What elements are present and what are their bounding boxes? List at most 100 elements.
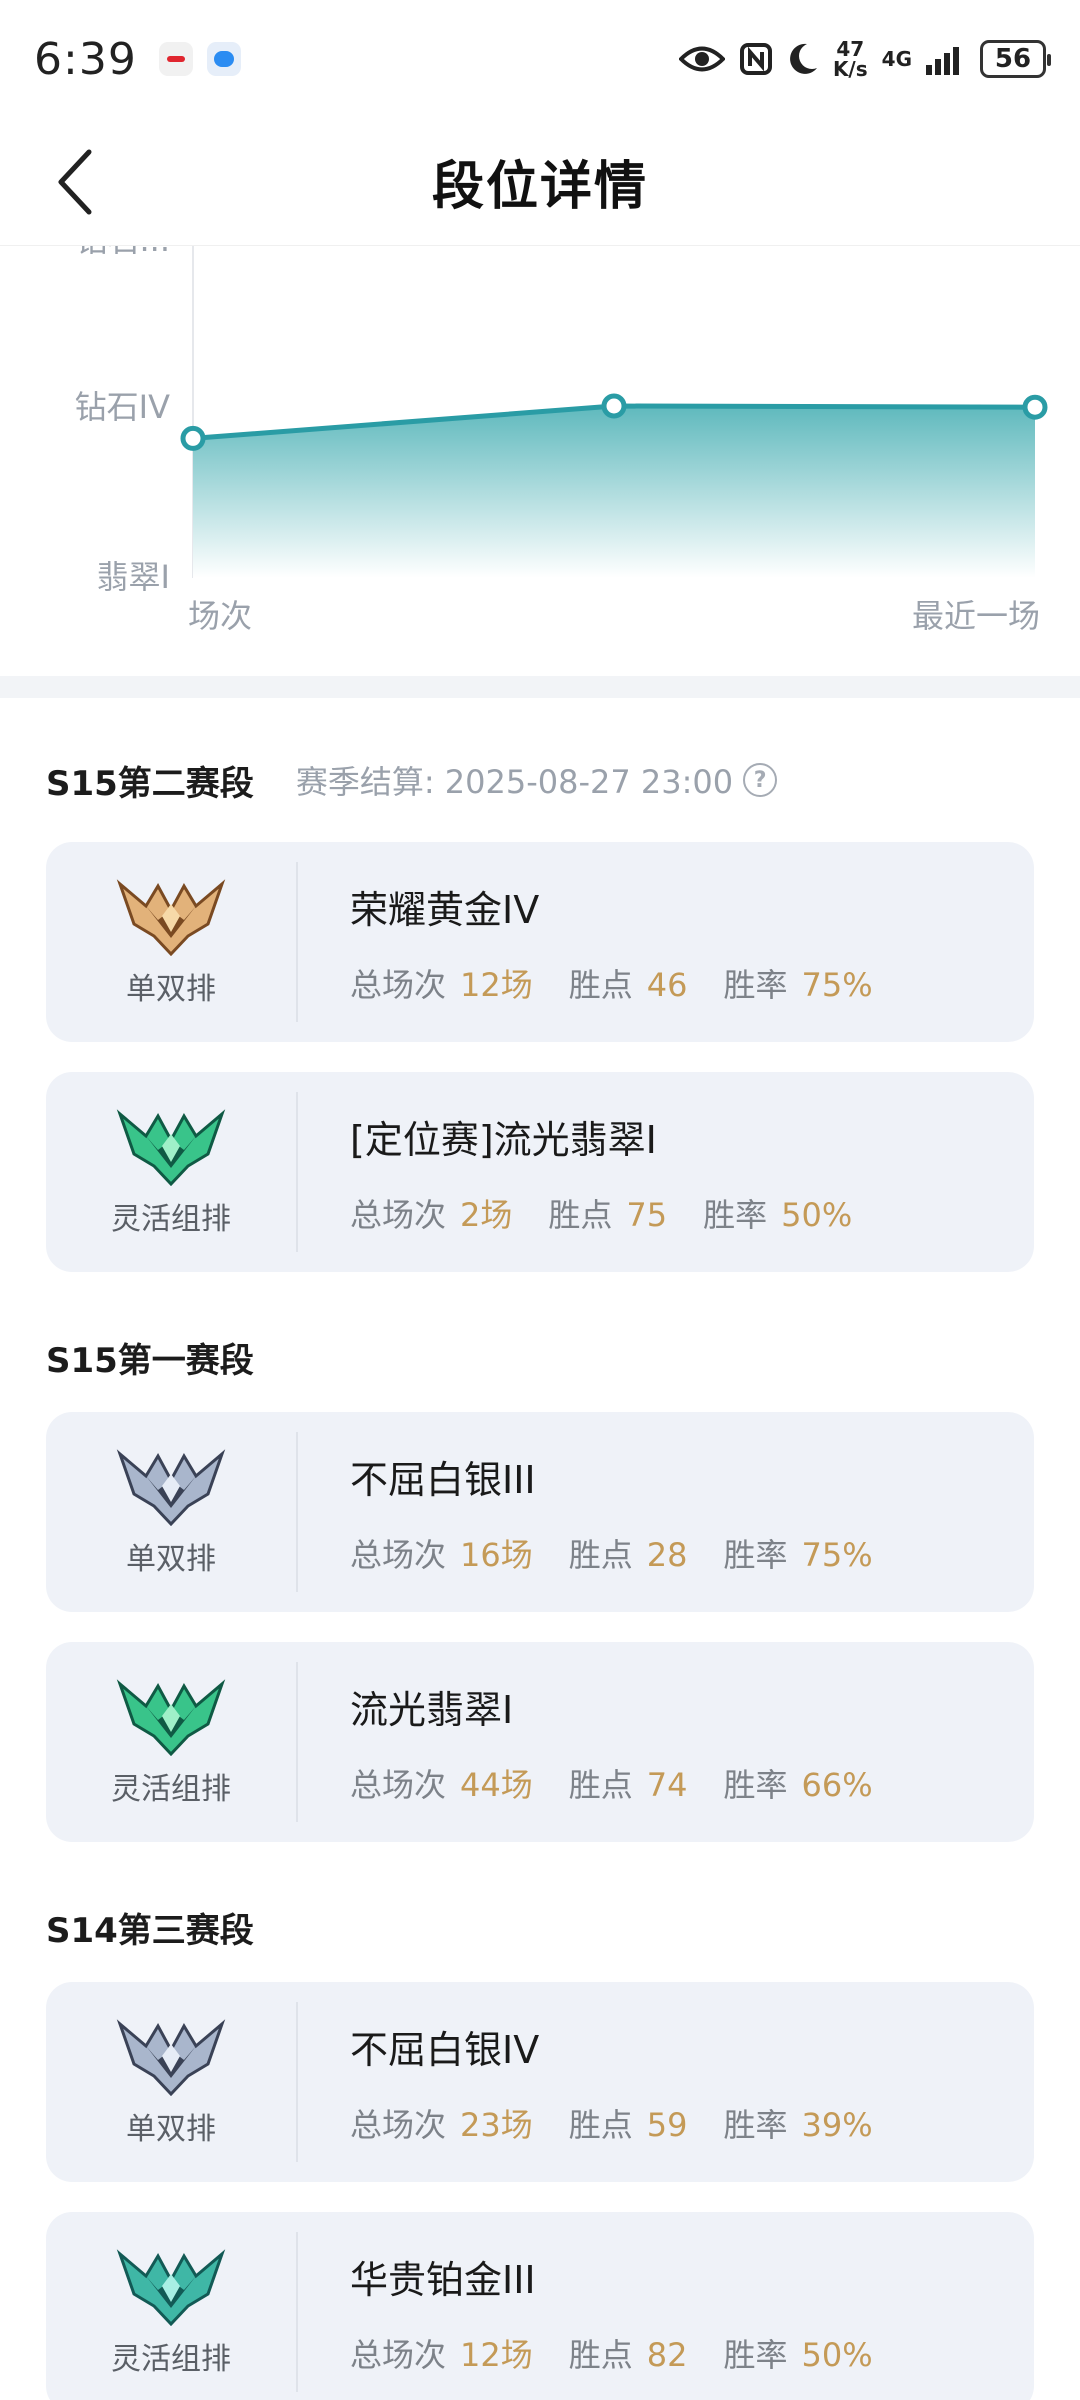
- games-label: 总场次: [350, 1195, 447, 1234]
- x-label-left: 场次: [188, 597, 252, 635]
- season-header: S14第三赛段: [46, 1872, 1034, 1982]
- queue-type-label: 单双排: [126, 2112, 216, 2147]
- winrate-value: 50%: [801, 2335, 873, 2374]
- eye-icon: [678, 46, 725, 72]
- rank-emblem-area: 单双排: [46, 862, 298, 1022]
- rank-info: 不屈白银III 总场次 16场 胜点 28 胜率 75%: [298, 1449, 909, 1576]
- rank-name: 流光翡翠I: [350, 1687, 514, 1732]
- notification-app-icon: [158, 42, 193, 76]
- rank-emblem-icon: [116, 2249, 226, 2326]
- lp-value: 59: [646, 2105, 688, 2144]
- queue-type-label: 灵活组排: [111, 1772, 231, 1807]
- rank-name: 不屈白银IV: [350, 2027, 540, 2072]
- rank-name: 不屈白银III: [350, 1457, 536, 1502]
- page-title: 段位详情: [431, 157, 648, 217]
- games-value: 12场: [460, 2335, 533, 2374]
- rank-info: 不屈白银IV 总场次 23场 胜点 59 胜率 39%: [298, 2019, 909, 2146]
- chart-point: [1022, 394, 1048, 420]
- network-type: 4G: [881, 47, 912, 71]
- message-app-icon: [206, 42, 241, 76]
- winrate-label: 胜率: [723, 1765, 788, 1804]
- rank-emblem-area: 单双排: [46, 1432, 298, 1592]
- season-end-time: 赛季结算: 2025-08-27 23:00: [295, 763, 734, 801]
- queue-type-label: 单双排: [126, 1542, 216, 1577]
- rank-emblem-icon: [116, 879, 226, 956]
- winrate-label: 胜率: [723, 965, 788, 1004]
- winrate-label: 胜率: [703, 1195, 768, 1234]
- lp-label: 胜点: [568, 1535, 633, 1574]
- back-button[interactable]: [40, 144, 110, 220]
- rank-info: [定位赛]流光翡翠I 总场次 2场 胜点 75 胜率 50%: [298, 1109, 888, 1236]
- lp-value: 82: [646, 2335, 688, 2374]
- rank-card[interactable]: 单双排 不屈白银IV 总场次 23场 胜点 59 胜率 39%: [46, 1982, 1034, 2182]
- winrate-value: 39%: [801, 2105, 873, 2144]
- rank-emblem-icon: [116, 1109, 226, 1186]
- lp-label: 胜点: [568, 2105, 633, 2144]
- lp-value: 28: [646, 1535, 688, 1574]
- rank-stats: 总场次 44场 胜点 74 胜率 66%: [350, 1760, 909, 1806]
- rank-info: 华贵铂金III 总场次 12场 胜点 82 胜率 50%: [298, 2249, 909, 2376]
- rank-name: 华贵铂金III: [350, 2257, 536, 2302]
- games-value: 44场: [460, 1765, 533, 1804]
- rank-trend-chart: 钻石... 钻石IV 翡翠I 场次 最近一场: [0, 246, 1080, 676]
- chevron-left-icon: [58, 149, 92, 215]
- rank-emblem-area: 单双排: [46, 2002, 298, 2162]
- lp-label: 胜点: [568, 2335, 633, 2374]
- games-value: 2场: [460, 1195, 513, 1234]
- winrate-label: 胜率: [723, 1535, 788, 1574]
- games-value: 23场: [460, 2105, 533, 2144]
- chart-point: [601, 393, 627, 419]
- nav-header: 段位详情: [0, 118, 1080, 246]
- rank-card[interactable]: 单双排 荣耀黄金IV 总场次 12场 胜点 46 胜率 75%: [46, 842, 1034, 1042]
- rank-card[interactable]: 灵活组排 华贵铂金III 总场次 12场 胜点 82 胜率 50%: [46, 2212, 1034, 2400]
- rank-emblem-icon: [116, 1679, 226, 1756]
- queue-type-label: 单双排: [126, 972, 216, 1007]
- rank-stats: 总场次 12场 胜点 46 胜率 75%: [350, 960, 909, 1006]
- lp-label: 胜点: [568, 1765, 633, 1804]
- rank-card[interactable]: 单双排 不屈白银III 总场次 16场 胜点 28 胜率 75%: [46, 1412, 1034, 1612]
- games-label: 总场次: [350, 1765, 447, 1804]
- rank-stats: 总场次 2场 胜点 75 胜率 50%: [350, 1190, 888, 1236]
- status-icons: 47 K/s 4G 56: [678, 39, 1051, 79]
- season-name: S15第一赛段: [46, 1340, 254, 1381]
- lp-value: 46: [646, 965, 688, 1004]
- chart-area: [193, 406, 1035, 578]
- season-list: S15第二赛段 赛季结算: 2025-08-27 23:00? 单双排 荣耀黄金I…: [46, 698, 1034, 2400]
- games-value: 16场: [460, 1535, 533, 1574]
- rank-info: 荣耀黄金IV 总场次 12场 胜点 46 胜率 75%: [298, 879, 909, 1006]
- network-speed: 47 K/s: [833, 39, 868, 79]
- winrate-label: 胜率: [723, 2335, 788, 2374]
- lp-value: 75: [626, 1195, 668, 1234]
- question-circle-icon[interactable]: ?: [743, 763, 778, 797]
- winrate-value: 50%: [781, 1195, 853, 1234]
- winrate-value: 75%: [801, 965, 873, 1004]
- y-tick-label: 钻石IV: [75, 388, 170, 426]
- rank-stats: 总场次 23场 胜点 59 胜率 39%: [350, 2100, 909, 2146]
- rank-trend-svg: 钻石... 钻石IV 翡翠I 场次 最近一场: [75, 246, 1048, 635]
- rank-card[interactable]: 灵活组排 [定位赛]流光翡翠I 总场次 2场 胜点 75 胜率 50%: [46, 1072, 1034, 1272]
- chart-point: [180, 425, 206, 451]
- queue-type-label: 灵活组排: [111, 1202, 231, 1237]
- rank-emblem-area: 灵活组排: [46, 1092, 298, 1252]
- rank-emblem-icon: [116, 2019, 226, 2096]
- status-bar: 6:39 47 K/s 4G 56: [0, 0, 1080, 118]
- season-name: S15第二赛段: [46, 763, 254, 804]
- signal-icon: [926, 47, 959, 75]
- lp-value: 74: [646, 1765, 688, 1804]
- season-header: S15第一赛段: [46, 1302, 1034, 1412]
- y-tick-label: 钻石...: [75, 246, 170, 259]
- section-divider: [0, 676, 1080, 698]
- games-label: 总场次: [350, 2335, 447, 2374]
- x-label-right: 最近一场: [912, 597, 1040, 635]
- winrate-label: 胜率: [723, 2105, 788, 2144]
- rank-card[interactable]: 灵活组排 流光翡翠I 总场次 44场 胜点 74 胜率 66%: [46, 1642, 1034, 1842]
- queue-type-label: 灵活组排: [111, 2342, 231, 2377]
- rank-name: [定位赛]流光翡翠I: [350, 1117, 657, 1162]
- games-label: 总场次: [350, 2105, 447, 2144]
- network-speed-unit: K/s: [832, 57, 868, 81]
- rank-emblem-area: 灵活组排: [46, 2232, 298, 2392]
- season-name: S14第三赛段: [46, 1910, 254, 1951]
- rank-stats: 总场次 16场 胜点 28 胜率 75%: [350, 1530, 909, 1576]
- winrate-value: 66%: [801, 1765, 873, 1804]
- games-label: 总场次: [350, 965, 447, 1004]
